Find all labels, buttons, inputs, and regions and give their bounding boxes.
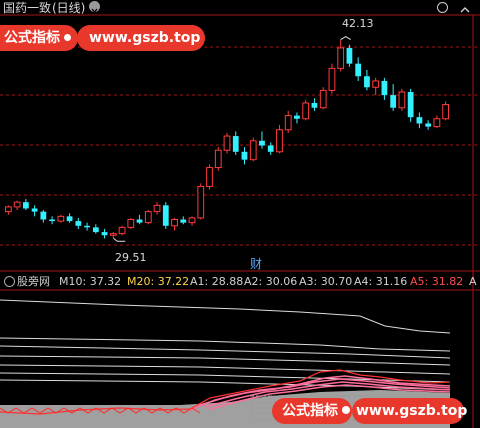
candle-body — [364, 76, 370, 88]
candle-body — [153, 204, 161, 213]
candle-body — [433, 118, 441, 128]
candle-body — [197, 185, 205, 219]
indicator-settings-icon[interactable] — [4, 276, 15, 287]
dot-icon — [64, 34, 71, 41]
watermark-url-pill: www.gszb.top — [77, 25, 205, 51]
candle-body — [381, 80, 388, 96]
a4-value: A4: 31.16 — [354, 275, 408, 288]
indicator-line — [0, 364, 451, 375]
indicator-name: 股旁网 — [17, 275, 50, 288]
candle-body — [22, 202, 29, 209]
candle-body — [398, 91, 406, 109]
candle-body — [319, 89, 327, 109]
candle-body — [136, 219, 143, 223]
candle-body — [75, 221, 82, 226]
candle-body — [223, 135, 231, 151]
candle-body — [372, 80, 380, 88]
indicator-legend: 股旁网 M10: 37.32 M20: 37.22 A1: 28.88 A2: … — [0, 273, 480, 289]
period-label: (日线) — [52, 1, 86, 15]
candle-body — [92, 227, 99, 233]
chart-canvas — [0, 14, 480, 428]
candle-body — [57, 215, 65, 222]
candle-body — [328, 67, 336, 91]
candle-body — [355, 63, 362, 77]
candle-body — [127, 218, 135, 228]
candle-body — [162, 205, 169, 226]
candle-body — [13, 201, 21, 208]
chevron-up-icon[interactable] — [459, 1, 471, 13]
candle-body — [66, 216, 73, 222]
candle-body — [118, 226, 126, 235]
candle-body — [144, 211, 152, 224]
a-trail-value: A — [469, 275, 477, 288]
watermark-label-pill: 公式指标 — [0, 25, 78, 51]
candle-body — [249, 140, 257, 161]
dot-icon — [342, 406, 350, 414]
watermark-url-pill-bottom: www.gszb.top — [352, 398, 467, 424]
candle-body — [425, 123, 432, 127]
candle-body — [294, 115, 300, 119]
candle-body — [267, 145, 274, 152]
candle-body — [311, 103, 318, 108]
candle-body — [337, 47, 345, 69]
candle-body — [259, 140, 265, 146]
candle-body — [101, 232, 108, 236]
candle-body — [416, 117, 423, 124]
candle-body — [302, 102, 310, 120]
stock-chart-window: 国药一致 (日线) 公式指标 www.gszb.top 42.13 29.51 … — [0, 0, 480, 428]
candle-body — [40, 211, 47, 220]
indicator-line — [0, 299, 451, 334]
candle-body — [214, 149, 222, 169]
candle-body — [188, 217, 196, 224]
high-pointer — [340, 35, 351, 40]
candle-body — [109, 233, 117, 236]
m10-value: M10: 37.32 — [59, 275, 122, 288]
a2-value: A2: 30.06 — [244, 275, 298, 288]
low-price-label: 29.51 — [115, 251, 147, 264]
stock-title: 国药一致 — [3, 1, 52, 15]
candle-body — [390, 95, 397, 108]
finance-marker[interactable]: 财 — [250, 258, 262, 271]
candle-body — [206, 167, 213, 187]
low-pointer — [113, 237, 126, 242]
candle-body — [284, 115, 292, 131]
candle-body — [84, 225, 90, 228]
indicator-line — [0, 355, 451, 366]
candle-body — [346, 47, 353, 64]
candle-body — [442, 104, 450, 120]
candle-body — [31, 208, 38, 212]
candle-body — [4, 206, 12, 213]
chevron-down-icon[interactable] — [89, 1, 100, 14]
watermark-label-pill-bottom: 公式指标 — [272, 398, 352, 424]
a3-value: A3: 30.70 — [299, 275, 353, 288]
a1-value: A1: 28.88 — [190, 275, 244, 288]
candle-body — [232, 136, 239, 152]
m20-value: M20: 37.22 — [127, 275, 190, 288]
circle-icon[interactable] — [437, 2, 448, 13]
candle-body — [180, 219, 187, 223]
candle-body — [407, 91, 414, 118]
a5-value: A5: 31.82 — [410, 275, 464, 288]
candle-body — [276, 129, 283, 153]
high-price-label: 42.13 — [342, 17, 374, 30]
candle-body — [171, 218, 178, 227]
indicator-line — [0, 337, 451, 352]
candle-body — [49, 219, 55, 222]
candle-body — [241, 151, 248, 160]
